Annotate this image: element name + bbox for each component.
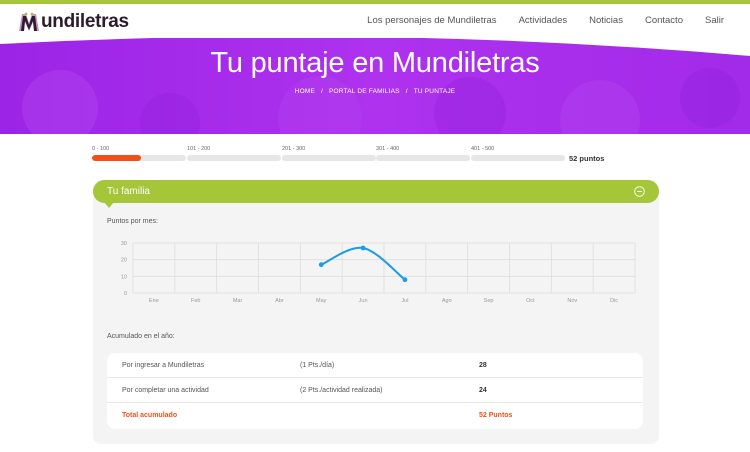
tier-bar	[471, 155, 565, 161]
y-tick-label: 0	[124, 291, 127, 297]
breadcrumb-separator: /	[405, 88, 408, 95]
site-header: undiletras Los personajes de Mundiletras…	[0, 4, 750, 38]
row-concept: Por completar una actividad	[122, 387, 209, 394]
x-tick-label: Dic	[610, 298, 618, 304]
logo-m-icon	[18, 11, 40, 33]
collapse-icon[interactable]	[634, 186, 645, 197]
chart-label: Puntos por mes:	[107, 218, 158, 225]
nav-item-contacto[interactable]: Contacto	[645, 15, 683, 26]
page-title: Tu puntaje en Mundiletras	[210, 47, 540, 79]
panel-title: Tu familia	[107, 186, 150, 197]
total-concept: Total acumulado	[122, 412, 178, 419]
breadcrumb-home[interactable]: HOME	[295, 88, 315, 95]
x-tick-label: Jun	[359, 298, 368, 304]
x-tick-label: Nov	[567, 298, 577, 304]
row-value: 28	[479, 362, 487, 369]
nav-item-actividades[interactable]: Actividades	[519, 15, 568, 26]
y-tick-label: 10	[121, 274, 127, 280]
nav-item-noticias[interactable]: Noticias	[589, 15, 623, 26]
data-point	[360, 245, 366, 251]
x-tick-label: Oct	[526, 298, 535, 304]
tier-fill	[92, 155, 141, 161]
y-tick-label: 20	[121, 258, 127, 264]
tier-label: 101 - 200	[187, 146, 211, 152]
points-total: 52 puntos	[569, 154, 605, 163]
x-tick-label: Ago	[442, 298, 452, 304]
tier-label: 301 - 400	[376, 146, 400, 152]
points-table: Por ingresar a Mundiletras (1 Pts./día) …	[107, 353, 643, 429]
hero-banner: Tu puntaje en Mundiletras HOME / PORTAL DE…	[0, 38, 750, 134]
breadcrumb: HOME / PORTAL DE FAMILIAS / TU PUNTAJE	[0, 88, 750, 95]
y-tick-label: 30	[121, 241, 127, 247]
main-nav: Los personajes de Mundiletras Actividade…	[345, 15, 724, 26]
nav-item-salir[interactable]: Salir	[705, 15, 724, 26]
breadcrumb-separator: /	[321, 88, 324, 95]
tier-401-500: 401 - 500	[471, 146, 565, 161]
row-rate: (2 Pts./actividad realizada)	[300, 387, 383, 394]
tier-bar	[187, 155, 281, 161]
total-value: 52 Puntos	[479, 412, 513, 419]
tier-0-100: 0 - 100	[92, 146, 186, 161]
breadcrumb-portal[interactable]: PORTAL DE FAMILIAS	[329, 88, 400, 95]
tier-bar	[92, 155, 186, 161]
table-row: Por completar una actividad (2 Pts./acti…	[107, 378, 643, 403]
row-concept: Por ingresar a Mundiletras	[122, 362, 205, 369]
accumulated-label: Acumulado en el año:	[107, 333, 175, 340]
row-rate: (1 Pts./día)	[300, 362, 335, 369]
tier-bar	[376, 155, 470, 161]
tier-101-200: 101 - 200	[187, 146, 281, 161]
nav-item-personajes[interactable]: Los personajes de Mundiletras	[367, 15, 496, 26]
x-tick-label: Jul	[401, 298, 408, 304]
tier-label: 0 - 100	[92, 146, 110, 152]
points-progress: 0 - 100 101 - 200 201 - 300 301 - 400 40…	[92, 146, 622, 166]
tier-201-300: 201 - 300	[282, 146, 376, 161]
logo-text: undiletras	[41, 11, 129, 32]
site-logo[interactable]: undiletras	[18, 10, 129, 34]
x-tick-label: Mar	[233, 298, 243, 304]
x-tick-label: May	[316, 298, 327, 304]
data-point	[318, 262, 324, 268]
tier-301-400: 301 - 400	[376, 146, 470, 161]
x-tick-label: Feb	[191, 298, 200, 304]
monthly-points-chart: 0 10 20 30 Ene Feb Mar Abr May Jun Jul Ago Sep Oct Nov…	[121, 241, 636, 304]
panel-header-notch	[104, 202, 114, 208]
x-tick-label: Abr	[275, 298, 284, 304]
panel-header[interactable]: Tu familia	[93, 180, 659, 203]
row-value: 24	[479, 387, 487, 394]
table-row: Por ingresar a Mundiletras (1 Pts./día) …	[107, 353, 643, 378]
series-line	[320, 246, 406, 281]
x-tick-label: Sep	[484, 298, 494, 304]
x-tick-label: Ene	[149, 298, 159, 304]
breadcrumb-current: TU PUNTAJE	[413, 88, 456, 95]
tier-label: 401 - 500	[471, 146, 495, 152]
tier-label: 201 - 300	[282, 146, 306, 152]
data-point	[402, 277, 408, 283]
table-total-row: Total acumulado 52 Puntos	[107, 403, 643, 428]
family-panel: Tu familia Puntos por mes: 0 10 20 30 Ene Feb…	[93, 180, 659, 444]
tier-bar	[282, 155, 376, 161]
